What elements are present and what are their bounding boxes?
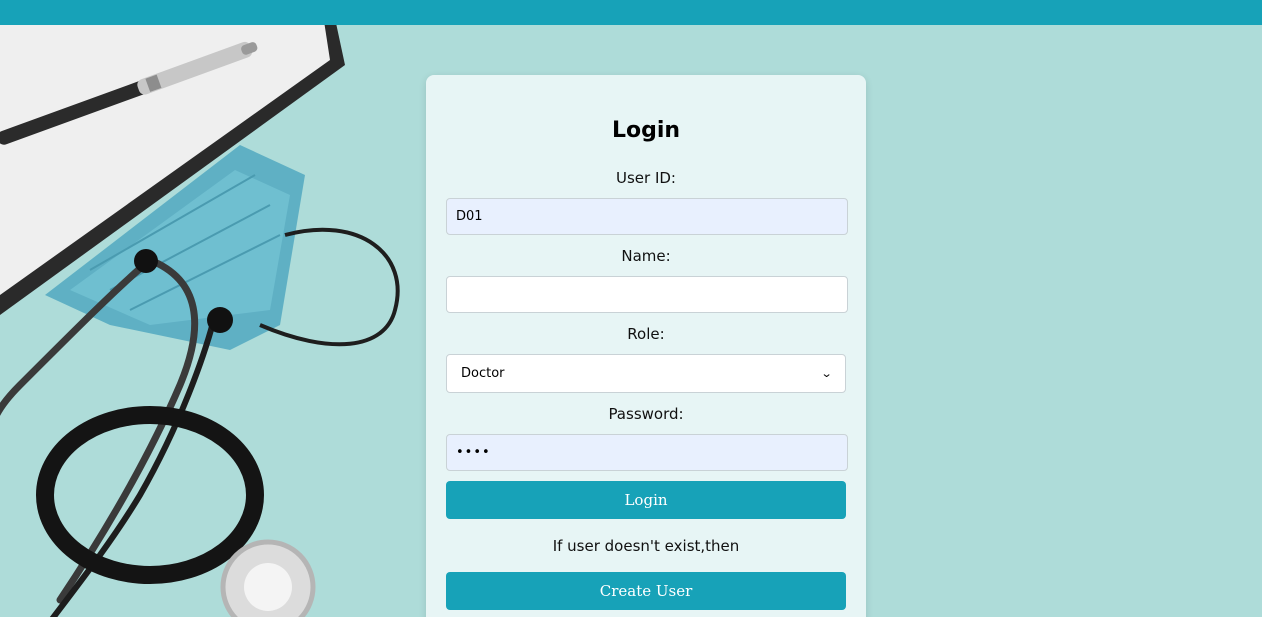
- role-label: Role:: [627, 325, 665, 343]
- role-select[interactable]: Doctor ⌄: [446, 354, 846, 393]
- create-user-hint: If user doesn't exist,then: [552, 537, 740, 555]
- password-input[interactable]: [446, 434, 848, 471]
- chevron-down-icon: ⌄: [820, 367, 833, 380]
- create-user-button[interactable]: Create User: [446, 572, 846, 610]
- login-card: Login User ID: Name: Role: Doctor ⌄ Pass…: [426, 75, 866, 617]
- medical-background-image: [0, 25, 420, 617]
- password-label: Password:: [608, 405, 684, 423]
- role-selected-value: Doctor: [461, 366, 505, 381]
- top-bar: [0, 0, 1262, 25]
- name-input[interactable]: [446, 276, 848, 313]
- user-id-label: User ID:: [616, 169, 676, 187]
- name-label: Name:: [621, 247, 671, 265]
- login-button[interactable]: Login: [446, 481, 846, 519]
- user-id-input[interactable]: [446, 198, 848, 235]
- login-title: Login: [611, 118, 681, 143]
